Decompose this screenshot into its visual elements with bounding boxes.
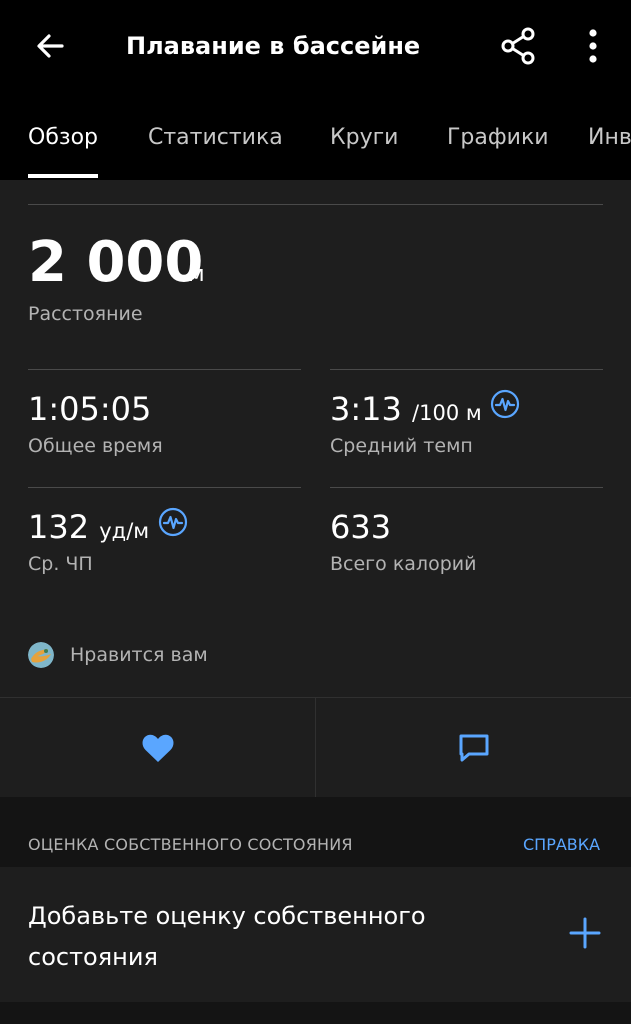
page-title: Плавание в бассейне — [126, 32, 421, 60]
divider — [28, 204, 603, 205]
divider — [28, 487, 301, 488]
avg-pace-number: 3:13 — [330, 390, 402, 428]
likes-text: Нравится вам — [70, 644, 208, 666]
calories-label: Всего калорий — [330, 553, 477, 575]
total-time-value: 1:05:05 — [28, 390, 152, 428]
distance-value: 2 000 — [28, 230, 204, 295]
avatar — [28, 642, 54, 668]
avg-hr-number: 132 — [28, 508, 90, 546]
heart-icon — [142, 734, 173, 762]
section-header — [0, 797, 631, 867]
self-evaluation-title: ОЦЕНКА СОБСТВЕННОГО СОСТОЯНИЯ — [28, 835, 353, 854]
active-tab-indicator — [28, 174, 98, 178]
divider — [330, 487, 603, 488]
tab-charts[interactable]: Графики — [447, 118, 549, 158]
comment-button[interactable] — [316, 698, 631, 797]
bottom-band — [0, 1002, 631, 1024]
back-button[interactable] — [28, 28, 72, 64]
avg-hr-unit: уд/м — [99, 519, 150, 543]
avg-pace-unit: /100 м — [412, 401, 482, 425]
comment-icon — [459, 734, 488, 761]
add-self-evaluation-text: Добавьте оценку собственного состояния — [28, 902, 426, 971]
help-link[interactable]: СПРАВКА — [523, 834, 600, 856]
tab-laps[interactable]: Круги — [330, 118, 398, 158]
more-options-button[interactable] — [576, 24, 610, 68]
action-row — [0, 697, 631, 798]
avg-pace-value: 3:13 /100 м — [330, 389, 482, 433]
avg-pace-label: Средний темп — [330, 435, 473, 457]
more-vertical-icon — [589, 29, 597, 63]
divider — [28, 369, 301, 370]
avg-hr-label: Ср. ЧП — [28, 553, 93, 575]
share-icon — [501, 27, 535, 65]
pace-zone-icon[interactable] — [490, 389, 520, 419]
calories-value: 633 — [330, 508, 392, 546]
distance-unit: м — [188, 262, 205, 287]
arrow-left-icon — [37, 34, 64, 58]
tab-equipment[interactable]: Инв — [588, 118, 631, 158]
divider — [330, 369, 603, 370]
distance-label: Расстояние — [28, 303, 143, 325]
likes-row[interactable]: Нравится вам — [28, 640, 208, 670]
tab-overview[interactable]: Обзор — [28, 118, 98, 158]
share-button[interactable] — [498, 24, 538, 68]
like-button[interactable] — [0, 698, 315, 797]
plus-icon[interactable] — [568, 916, 602, 950]
heart-rate-zone-icon[interactable] — [158, 507, 188, 537]
avg-hr-value: 132 уд/м — [28, 507, 149, 551]
tab-statistics[interactable]: Статистика — [148, 118, 283, 158]
total-time-label: Общее время — [28, 435, 163, 457]
